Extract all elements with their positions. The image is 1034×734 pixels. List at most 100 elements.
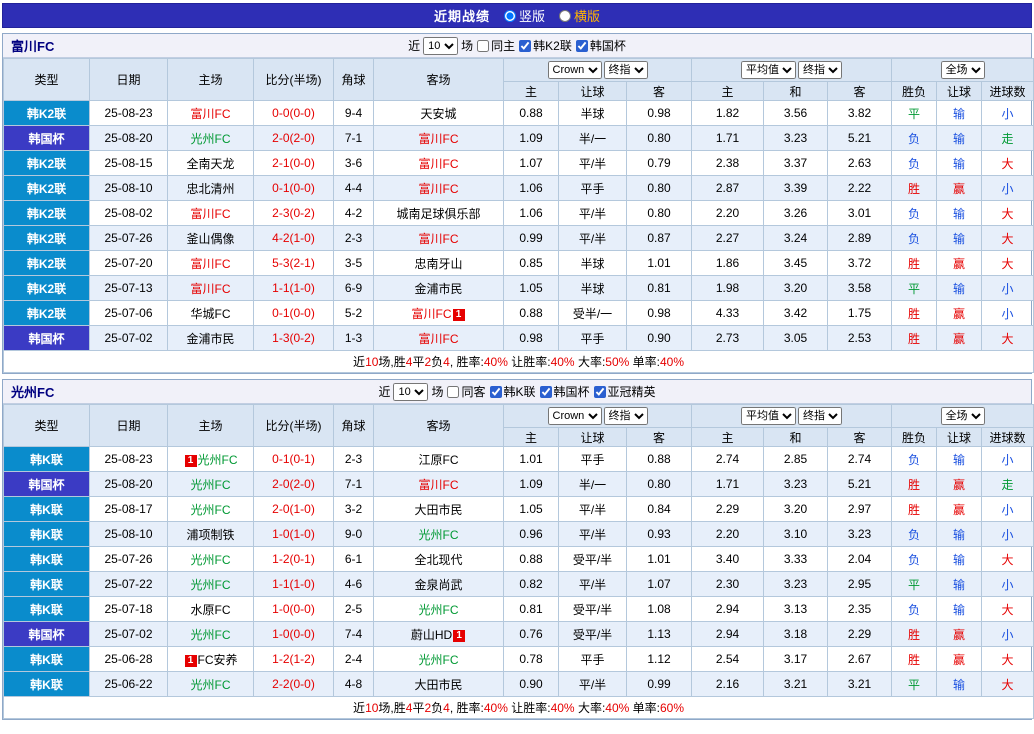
away-team[interactable]: 金泉尚武 (414, 578, 462, 592)
layout-option-vertical[interactable]: 竖版 (504, 6, 545, 25)
league-filter-0-checkbox[interactable] (519, 40, 531, 52)
same-venue-filter-checkbox[interactable] (447, 386, 459, 398)
away-team-text: 富川FC (419, 157, 459, 171)
corner-cell: 5-2 (334, 301, 374, 326)
average-select[interactable]: 平均值 (741, 61, 796, 79)
avg-away: 2.04 (828, 547, 892, 572)
recent-count-select[interactable]: 10 (393, 383, 428, 401)
away-team[interactable]: 富川FC (419, 332, 459, 346)
same-venue-filter-checkbox[interactable] (477, 40, 489, 52)
match-row: 韩K2联25-08-02富川FC2-3(0-2)4-2城南足球俱乐部1.06平/… (4, 201, 1034, 226)
away-team[interactable]: 大田市民 (414, 503, 462, 517)
avg-draw: 2.85 (764, 447, 828, 472)
home-team[interactable]: 光州FC (191, 132, 231, 146)
col-subheader: 客 (828, 428, 892, 447)
away-team[interactable]: 全北现代 (414, 553, 462, 567)
avg-time-select[interactable]: 终指 (798, 407, 842, 425)
league-filter-0[interactable]: 韩K2联 (518, 37, 572, 54)
odds-away: 0.99 (627, 672, 692, 697)
away-team-text: 富川FC (419, 332, 459, 346)
home-team[interactable]: 光州FC (191, 578, 231, 592)
bookmaker-select[interactable]: Crown (548, 407, 602, 425)
league-filter-1[interactable]: 韩国杯 (575, 37, 626, 54)
league-filter-1[interactable]: 韩国杯 (539, 383, 590, 400)
home-team[interactable]: 金浦市民 (186, 332, 234, 346)
away-team[interactable]: 光州FC (419, 603, 459, 617)
home-team[interactable]: 全南天龙 (186, 157, 234, 171)
goals-result-cell: 大 (982, 151, 1034, 176)
odds-time-select[interactable]: 终指 (604, 407, 648, 425)
away-team[interactable]: 富川FC (419, 157, 459, 171)
away-team[interactable]: 光州FC (419, 528, 459, 542)
average-select[interactable]: 平均值 (741, 407, 796, 425)
home-team[interactable]: 浦项制铁 (186, 528, 234, 542)
scope-select[interactable]: 全场 (941, 61, 985, 79)
home-team[interactable]: 1FC安养 (184, 653, 238, 667)
match-row: 韩国杯25-07-02金浦市民1-3(0-2)1-3富川FC0.98平手0.90… (4, 326, 1034, 351)
home-team[interactable]: 富川FC (191, 257, 231, 271)
vertical-radio[interactable] (504, 10, 516, 22)
col-subheader: 客 (828, 82, 892, 101)
league-cell: 韩K联 (4, 647, 90, 672)
league-filter-2-checkbox[interactable] (594, 386, 606, 398)
col-subheader: 客 (627, 82, 692, 101)
home-team[interactable]: 釜山偶像 (186, 232, 234, 246)
away-team[interactable]: 富川FC1 (412, 307, 466, 321)
league-filter-0-label: 韩K2联 (533, 37, 572, 54)
same-venue-filter[interactable]: 同主 (476, 37, 515, 54)
away-team[interactable]: 光州FC (419, 653, 459, 667)
goals-result-cell: 大 (982, 597, 1034, 622)
league-filter-0-checkbox[interactable] (490, 386, 502, 398)
away-team[interactable]: 富川FC (419, 478, 459, 492)
away-team[interactable]: 城南足球俱乐部 (396, 207, 480, 221)
home-team[interactable]: 富川FC (191, 282, 231, 296)
odds-home: 1.09 (504, 472, 559, 497)
home-team[interactable]: 光州FC (191, 553, 231, 567)
col-subheader: 客 (627, 428, 692, 447)
average-group-header: 平均值终指 (692, 405, 892, 428)
odds-handicap: 受平/半 (559, 547, 627, 572)
league-filter-2[interactable]: 亚冠精英 (593, 383, 656, 400)
away-team[interactable]: 大田市民 (414, 678, 462, 692)
league-filter-1-checkbox[interactable] (576, 40, 588, 52)
home-team[interactable]: 光州FC (191, 478, 231, 492)
away-team-cell: 天安城 (374, 101, 504, 126)
corner-cell: 3-6 (334, 151, 374, 176)
home-team[interactable]: 光州FC (191, 628, 231, 642)
scope-select[interactable]: 全场 (941, 407, 985, 425)
odds-handicap: 平/半 (559, 572, 627, 597)
home-team[interactable]: 水原FC (191, 603, 231, 617)
home-team[interactable]: 富川FC (191, 107, 231, 121)
layout-option-horizontal[interactable]: 横版 (559, 6, 600, 25)
home-team[interactable]: 忠北清州 (186, 182, 234, 196)
league-filter-0[interactable]: 韩K联 (489, 383, 536, 400)
date-cell: 25-07-20 (90, 251, 168, 276)
section-footer: 近10场,胜4平2负4, 胜率:40% 让胜率:40% 大率:40% 单率:60… (4, 697, 1034, 719)
away-team[interactable]: 天安城 (420, 107, 456, 121)
bookmaker-select[interactable]: Crown (548, 61, 602, 79)
home-team[interactable]: 光州FC (191, 678, 231, 692)
score-cell: 0-1(0-0) (254, 176, 334, 201)
away-team[interactable]: 富川FC (419, 132, 459, 146)
away-team[interactable]: 富川FC (419, 232, 459, 246)
avg-home: 3.40 (692, 547, 764, 572)
avg-time-select[interactable]: 终指 (798, 61, 842, 79)
avg-away: 3.72 (828, 251, 892, 276)
odds-handicap: 半/一 (559, 126, 627, 151)
home-team[interactable]: 华城FC (191, 307, 231, 321)
away-team[interactable]: 金浦市民 (414, 282, 462, 296)
same-venue-filter[interactable]: 同客 (446, 383, 485, 400)
away-team[interactable]: 富川FC (419, 182, 459, 196)
odds-time-select[interactable]: 终指 (604, 61, 648, 79)
home-team[interactable]: 1光州FC (184, 453, 238, 467)
home-team[interactable]: 光州FC (191, 503, 231, 517)
corner-cell: 4-8 (334, 672, 374, 697)
horizontal-radio[interactable] (559, 10, 571, 22)
league-filter-1-checkbox[interactable] (540, 386, 552, 398)
home-team[interactable]: 富川FC (191, 207, 231, 221)
col-subheader: 让球 (937, 428, 982, 447)
recent-count-select[interactable]: 10 (423, 37, 458, 55)
away-team[interactable]: 蔚山HD1 (411, 628, 466, 642)
away-team[interactable]: 江原FC (419, 453, 459, 467)
away-team[interactable]: 忠南牙山 (414, 257, 462, 271)
